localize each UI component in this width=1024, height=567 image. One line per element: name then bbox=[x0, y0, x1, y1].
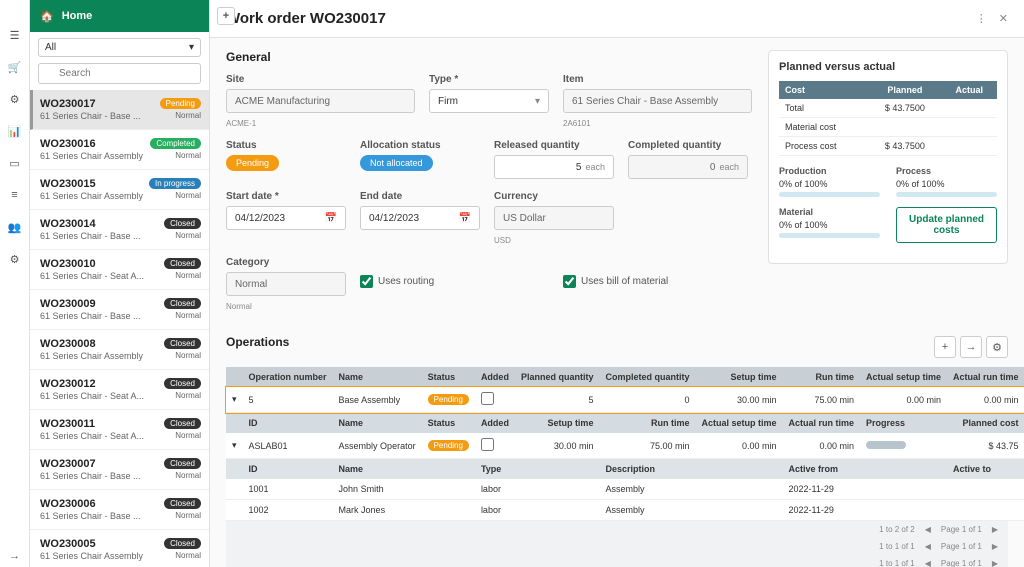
uses-bom-checkbox[interactable]: Uses bill of material bbox=[563, 275, 752, 288]
start-date-label: Start date * bbox=[226, 191, 346, 202]
general-section: General Site ACME Manufacturing ACME-1 T… bbox=[226, 50, 752, 323]
operation-row[interactable]: ▾ 5 Base Assembly Pending 5 0 30.00 min … bbox=[226, 387, 1024, 413]
card-icon[interactable]: ▭ bbox=[8, 156, 22, 170]
page-prev[interactable]: ◀ bbox=[925, 542, 931, 551]
planned-vs-actual-card: Planned versus actual CostPlannedActual … bbox=[768, 50, 1008, 264]
end-date-label: End date bbox=[360, 191, 480, 202]
end-date-field[interactable]: 04/12/2023📅 bbox=[360, 206, 480, 230]
page-next[interactable]: ▶ bbox=[992, 525, 998, 534]
home-label: Home bbox=[62, 10, 93, 22]
page-next[interactable]: ▶ bbox=[992, 542, 998, 551]
resource-row[interactable]: 1002 Mark Jones labor Assembly 2022-11-2… bbox=[226, 500, 1024, 521]
operations-title: Operations bbox=[226, 335, 289, 349]
hierarchy-icon[interactable]: ⚙ bbox=[8, 92, 22, 106]
resource-row[interactable]: 1001 John Smith labor Assembly 2022-11-2… bbox=[226, 479, 1024, 500]
sidebar: 🏠 Home + All ▾ WO230017 61 Series Chair … bbox=[30, 0, 210, 567]
list-icon[interactable]: ≡ bbox=[8, 188, 22, 202]
site-field: ACME Manufacturing bbox=[226, 89, 415, 113]
released-qty-field[interactable]: 5each bbox=[494, 155, 614, 179]
home-bar: 🏠 Home + bbox=[30, 0, 209, 32]
type-select[interactable]: Firm▾ bbox=[429, 89, 549, 113]
completed-qty-field: 0each bbox=[628, 155, 748, 179]
pagination: 1 to 2 of 2 ◀ Page 1 of 1 ▶ bbox=[226, 521, 1008, 538]
main-header: Work order WO230017 ⋮ ✕ bbox=[210, 0, 1024, 38]
gear-icon[interactable]: ⚙ bbox=[8, 252, 22, 266]
site-label: Site bbox=[226, 74, 415, 85]
category-field: Normal bbox=[226, 272, 346, 296]
next-button[interactable]: → bbox=[960, 336, 982, 358]
work-order-item[interactable]: WO230007 61 Series Chair - Base ... Clos… bbox=[30, 450, 209, 490]
more-icon[interactable]: ⋮ bbox=[976, 12, 987, 25]
allocation-badge: Not allocated bbox=[360, 155, 433, 171]
released-qty-label: Released quantity bbox=[494, 140, 614, 151]
work-order-item[interactable]: WO230010 61 Series Chair - Seat A... Clo… bbox=[30, 250, 209, 290]
main-panel: Work order WO230017 ⋮ ✕ General Site ACM… bbox=[210, 0, 1024, 567]
work-order-item[interactable]: WO230015 61 Series Chair Assembly In pro… bbox=[30, 170, 209, 210]
process-progress bbox=[896, 192, 997, 197]
pva-table: CostPlannedActual Total$ 43.7500 Materia… bbox=[779, 81, 997, 156]
start-date-field[interactable]: 04/12/2023📅 bbox=[226, 206, 346, 230]
added-checkbox[interactable] bbox=[481, 392, 494, 405]
people-icon[interactable]: 👥 bbox=[8, 220, 22, 234]
page-prev[interactable]: ◀ bbox=[925, 559, 931, 567]
work-order-item[interactable]: WO230011 61 Series Chair - Seat A... Clo… bbox=[30, 410, 209, 450]
page-title: Work order WO230017 bbox=[226, 10, 386, 27]
home-icon: 🏠 bbox=[40, 10, 54, 23]
added-checkbox[interactable] bbox=[481, 438, 494, 451]
operations-table: Operation number Name Status Added Plann… bbox=[226, 367, 1024, 521]
expand-toggle[interactable]: ▾ bbox=[226, 433, 243, 459]
general-title: General bbox=[226, 50, 752, 64]
work-order-item[interactable]: WO230006 61 Series Chair - Base ... Clos… bbox=[30, 490, 209, 530]
pva-title: Planned versus actual bbox=[779, 61, 997, 73]
material-progress bbox=[779, 233, 880, 238]
type-label: Type * bbox=[429, 74, 549, 85]
work-order-item[interactable]: WO230005 61 Series Chair Assembly Closed… bbox=[30, 530, 209, 567]
uses-routing-checkbox[interactable]: Uses routing bbox=[360, 275, 549, 288]
work-order-item[interactable]: WO230008 61 Series Chair Assembly Closed… bbox=[30, 330, 209, 370]
chevron-down-icon: ▾ bbox=[189, 42, 194, 53]
completed-qty-label: Completed quantity bbox=[628, 140, 748, 151]
progress-bar bbox=[866, 441, 906, 449]
pagination: 1 to 1 of 1 ◀ Page 1 of 1 ▶ bbox=[226, 538, 1008, 555]
chevron-down-icon: ▾ bbox=[535, 96, 540, 107]
work-order-list: WO230017 61 Series Chair - Base ... Pend… bbox=[30, 90, 209, 567]
work-order-item[interactable]: WO230017 61 Series Chair - Base ... Pend… bbox=[30, 90, 209, 130]
chart-icon[interactable]: 📊 bbox=[8, 124, 22, 138]
work-order-item[interactable]: WO230014 61 Series Chair - Base ... Clos… bbox=[30, 210, 209, 250]
cart-icon[interactable]: 🛒 bbox=[8, 60, 22, 74]
calendar-icon: 📅 bbox=[459, 213, 471, 224]
add-operation-button[interactable]: + bbox=[934, 336, 956, 358]
pagination: 1 to 1 of 1 ◀ Page 1 of 1 ▶ bbox=[226, 555, 1008, 567]
add-button[interactable]: + bbox=[217, 7, 235, 25]
status-label: Status bbox=[226, 140, 346, 151]
work-order-item[interactable]: WO230016 61 Series Chair Assembly Comple… bbox=[30, 130, 209, 170]
category-label: Category bbox=[226, 257, 346, 268]
currency-field: US Dollar bbox=[494, 206, 614, 230]
page-next[interactable]: ▶ bbox=[992, 559, 998, 567]
menu-icon[interactable]: ☰ bbox=[8, 28, 22, 42]
update-planned-costs-button[interactable]: Update planned costs bbox=[896, 207, 997, 243]
item-label: Item bbox=[563, 74, 752, 85]
allocation-label: Allocation status bbox=[360, 140, 480, 151]
currency-label: Currency bbox=[494, 191, 614, 202]
work-order-item[interactable]: WO230009 61 Series Chair - Base ... Clos… bbox=[30, 290, 209, 330]
expand-toggle[interactable]: ▾ bbox=[226, 387, 243, 413]
close-icon[interactable]: ✕ bbox=[999, 12, 1008, 25]
status-badge: Pending bbox=[226, 155, 279, 171]
search-input[interactable] bbox=[38, 63, 201, 84]
expand-icon[interactable]: → bbox=[8, 553, 22, 567]
nav-rail: ☰ 🛒 ⚙ 📊 ▭ ≡ 👥 ⚙ → bbox=[0, 0, 30, 567]
item-field: 61 Series Chair - Base Assembly bbox=[563, 89, 752, 113]
work-order-item[interactable]: WO230012 61 Series Chair - Seat A... Clo… bbox=[30, 370, 209, 410]
sub-operation-row[interactable]: ▾ ASLAB01 Assembly Operator Pending 30.0… bbox=[226, 433, 1024, 459]
page-prev[interactable]: ◀ bbox=[925, 525, 931, 534]
settings-button[interactable]: ⚙ bbox=[986, 336, 1008, 358]
filter-select[interactable]: All ▾ bbox=[38, 38, 201, 57]
production-progress bbox=[779, 192, 880, 197]
calendar-icon: 📅 bbox=[325, 213, 337, 224]
